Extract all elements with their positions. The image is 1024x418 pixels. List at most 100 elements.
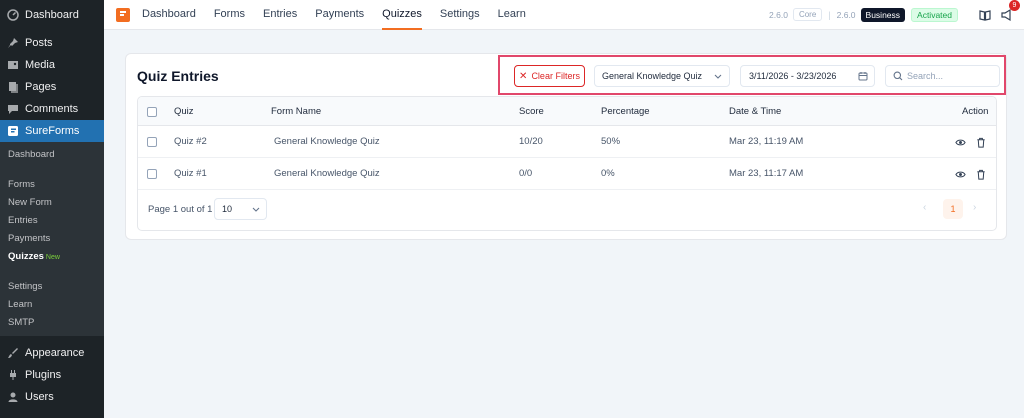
select-all-checkbox[interactable] (147, 107, 157, 117)
plug-icon (7, 369, 19, 381)
nav-item-quizzes[interactable]: Quizzes (382, 0, 422, 30)
sureforms-logo-icon[interactable] (116, 7, 130, 22)
sidebar-item-users[interactable]: Users (0, 386, 104, 408)
delete-entry-icon[interactable] (976, 158, 986, 190)
cell-percentage: 0% (601, 168, 615, 179)
submenu-item-new-form[interactable]: New Form (0, 194, 104, 212)
pages-icon (7, 81, 19, 93)
close-icon: ✕ (519, 70, 528, 82)
column-header-action: Action (962, 106, 989, 117)
view-entry-icon[interactable] (955, 158, 966, 190)
form-filter-select[interactable]: General Knowledge Quiz (594, 65, 730, 87)
core-version: 2.6.0 (769, 9, 788, 20)
admin-sidebar: Dashboard Posts Media Pages Comments Sur… (0, 0, 104, 418)
dashboard-icon (7, 9, 19, 21)
search-input[interactable] (907, 71, 987, 81)
sureforms-icon (7, 125, 19, 137)
submenu-item-payments[interactable]: Payments (0, 230, 104, 248)
search-icon (893, 71, 903, 81)
per-page-value: 10 (222, 204, 233, 214)
entries-table: Quiz Form Name Score Percentage Date & T… (137, 96, 997, 231)
quiz-entries-card: Quiz Entries ✕ Clear Filters General Kno… (125, 53, 1007, 240)
nav-item-entries[interactable]: Entries (263, 0, 297, 30)
table-header: Quiz Form Name Score Percentage Date & T… (138, 97, 996, 126)
book-icon[interactable] (978, 8, 992, 22)
submenu-item-dashboard[interactable]: Dashboard (0, 146, 104, 164)
sidebar-item-pages[interactable]: Pages (0, 76, 104, 98)
submenu-item-learn[interactable]: Learn (0, 296, 104, 314)
row-checkbox[interactable] (147, 137, 157, 147)
sidebar-item-label: Dashboard (25, 9, 79, 21)
sidebar-item-label: Pages (25, 81, 57, 93)
delete-entry-icon[interactable] (976, 126, 986, 158)
row-checkbox[interactable] (147, 169, 157, 179)
chevron-left-icon[interactable]: ‹ (923, 202, 926, 213)
nav-item-learn[interactable]: Learn (498, 0, 526, 30)
view-entry-icon[interactable] (955, 126, 966, 158)
nav-item-payments[interactable]: Payments (315, 0, 364, 30)
column-header-date-time[interactable]: Date & Time (729, 97, 781, 126)
new-badge: New (45, 254, 60, 261)
sidebar-item-label: Plugins (25, 369, 62, 381)
date-range-picker[interactable]: 3/11/2026 - 3/23/2026 (740, 65, 875, 87)
cell-quiz: Quiz #1 (174, 168, 207, 179)
sidebar-item-appearance[interactable]: Appearance (0, 342, 104, 364)
submenu-item-forms[interactable]: Forms (0, 176, 104, 194)
brush-icon (7, 347, 19, 359)
version-separator: | (828, 9, 831, 20)
media-icon (7, 59, 19, 71)
date-range-value: 3/11/2026 - 3/23/2026 (749, 71, 837, 81)
sureforms-submenu: Dashboard Forms New Form Entries Payment… (0, 142, 104, 336)
clear-filters-button[interactable]: ✕ Clear Filters (514, 65, 585, 87)
license-status-badge: Activated (911, 7, 958, 22)
table-footer: Page 1 out of 1 10 ‹ 1 › (138, 190, 996, 230)
search-box (885, 65, 1000, 87)
column-header-score[interactable]: Score (519, 97, 544, 126)
nav-item-settings[interactable]: Settings (440, 0, 480, 30)
chevron-down-icon (252, 207, 260, 212)
nav-item-forms[interactable]: Forms (214, 0, 245, 30)
cell-date-time: Mar 23, 11:19 AM (729, 136, 804, 147)
sidebar-item-label: Appearance (25, 347, 85, 359)
comments-icon (7, 103, 19, 115)
sidebar-item-posts[interactable]: Posts (0, 32, 104, 54)
page-title: Quiz Entries (137, 68, 219, 84)
submenu-item-quizzes[interactable]: Quizzes New (0, 248, 104, 266)
column-header-quiz[interactable]: Quiz (174, 97, 194, 126)
sidebar-item-label: Media (25, 59, 55, 71)
column-header-form-name[interactable]: Form Name (271, 97, 321, 126)
table-row[interactable]: Quiz #2 General Knowledge Quiz 10/20 50%… (138, 126, 996, 158)
chevron-right-icon[interactable]: › (973, 202, 976, 213)
megaphone-icon[interactable]: 9 (1000, 0, 1020, 22)
top-navigation-bar: Dashboard Forms Entries Payments Quizzes… (104, 0, 1024, 30)
sidebar-item-plugins[interactable]: Plugins (0, 364, 104, 386)
sidebar-item-media[interactable]: Media (0, 54, 104, 76)
user-icon (7, 391, 19, 403)
clear-filters-label: Clear Filters (531, 71, 580, 81)
sidebar-item-dashboard[interactable]: Dashboard (0, 4, 104, 26)
cell-quiz: Quiz #2 (174, 136, 207, 147)
nav-item-dashboard[interactable]: Dashboard (142, 0, 196, 30)
cell-form-name: General Knowledge Quiz (274, 136, 380, 147)
column-header-percentage[interactable]: Percentage (601, 97, 650, 126)
chevron-down-icon (714, 74, 722, 79)
submenu-item-label: Quizzes (8, 251, 44, 262)
sidebar-item-label: SureForms (25, 125, 80, 137)
top-nav: Dashboard Forms Entries Payments Quizzes… (142, 0, 544, 30)
page-info: Page 1 out of 1 (148, 204, 213, 215)
sidebar-item-label: Users (25, 391, 54, 403)
submenu-item-smtp[interactable]: SMTP (0, 314, 104, 332)
sidebar-item-comments[interactable]: Comments (0, 98, 104, 120)
pagination-page-button[interactable]: 1 (943, 199, 963, 219)
sidebar-item-label: Posts (25, 37, 53, 49)
form-filter-value: General Knowledge Quiz (602, 71, 703, 81)
per-page-select[interactable]: 10 (214, 198, 267, 220)
version-info: 2.6.0 Core | 2.6.0 Business Activated 9 (769, 0, 1024, 22)
submenu-item-entries[interactable]: Entries (0, 212, 104, 230)
submenu-item-settings[interactable]: Settings (0, 278, 104, 296)
table-row[interactable]: Quiz #1 General Knowledge Quiz 0/0 0% Ma… (138, 158, 996, 190)
cell-form-name: General Knowledge Quiz (274, 168, 380, 179)
cell-percentage: 50% (601, 136, 621, 147)
sidebar-item-label: Comments (25, 103, 79, 115)
sidebar-item-sureforms[interactable]: SureForms (0, 120, 104, 142)
